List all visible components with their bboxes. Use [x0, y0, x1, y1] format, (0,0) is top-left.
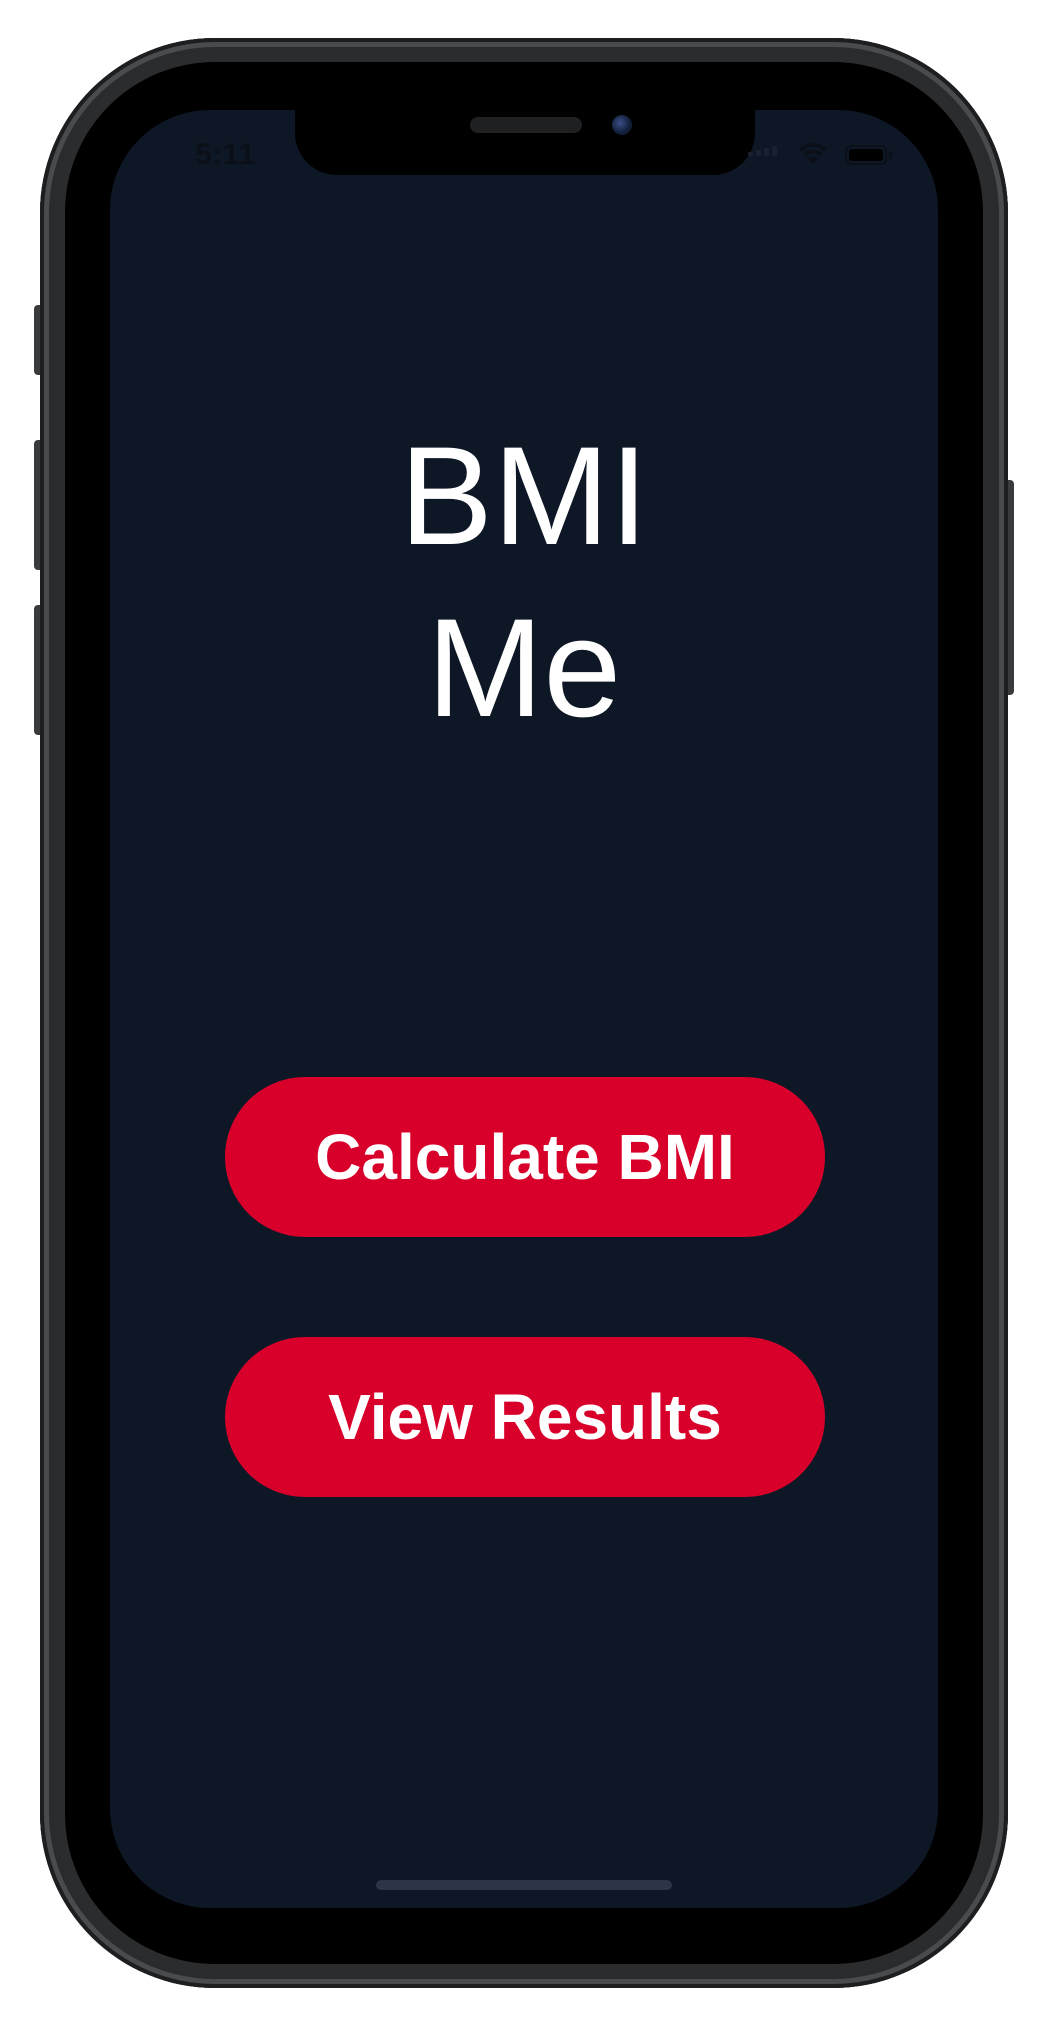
speaker-grille — [470, 117, 582, 133]
device-mockup: 5:11 BMI Me Calculate BMI View Results — [0, 0, 1048, 2025]
home-indicator[interactable] — [376, 1880, 672, 1890]
wifi-icon — [799, 143, 827, 164]
battery-cap — [889, 151, 892, 159]
app-title-line1: BMI — [399, 417, 649, 574]
app-title: BMI Me — [110, 410, 938, 754]
status-time: 5:11 — [195, 138, 256, 171]
battery-icon — [845, 145, 887, 165]
cellular-signal-icon — [748, 146, 777, 156]
app-title-line2: Me — [426, 589, 622, 746]
calculate-bmi-button[interactable]: Calculate BMI — [225, 1077, 825, 1237]
view-results-button[interactable]: View Results — [225, 1337, 825, 1497]
app-screen — [110, 110, 938, 1908]
front-camera — [612, 115, 632, 135]
